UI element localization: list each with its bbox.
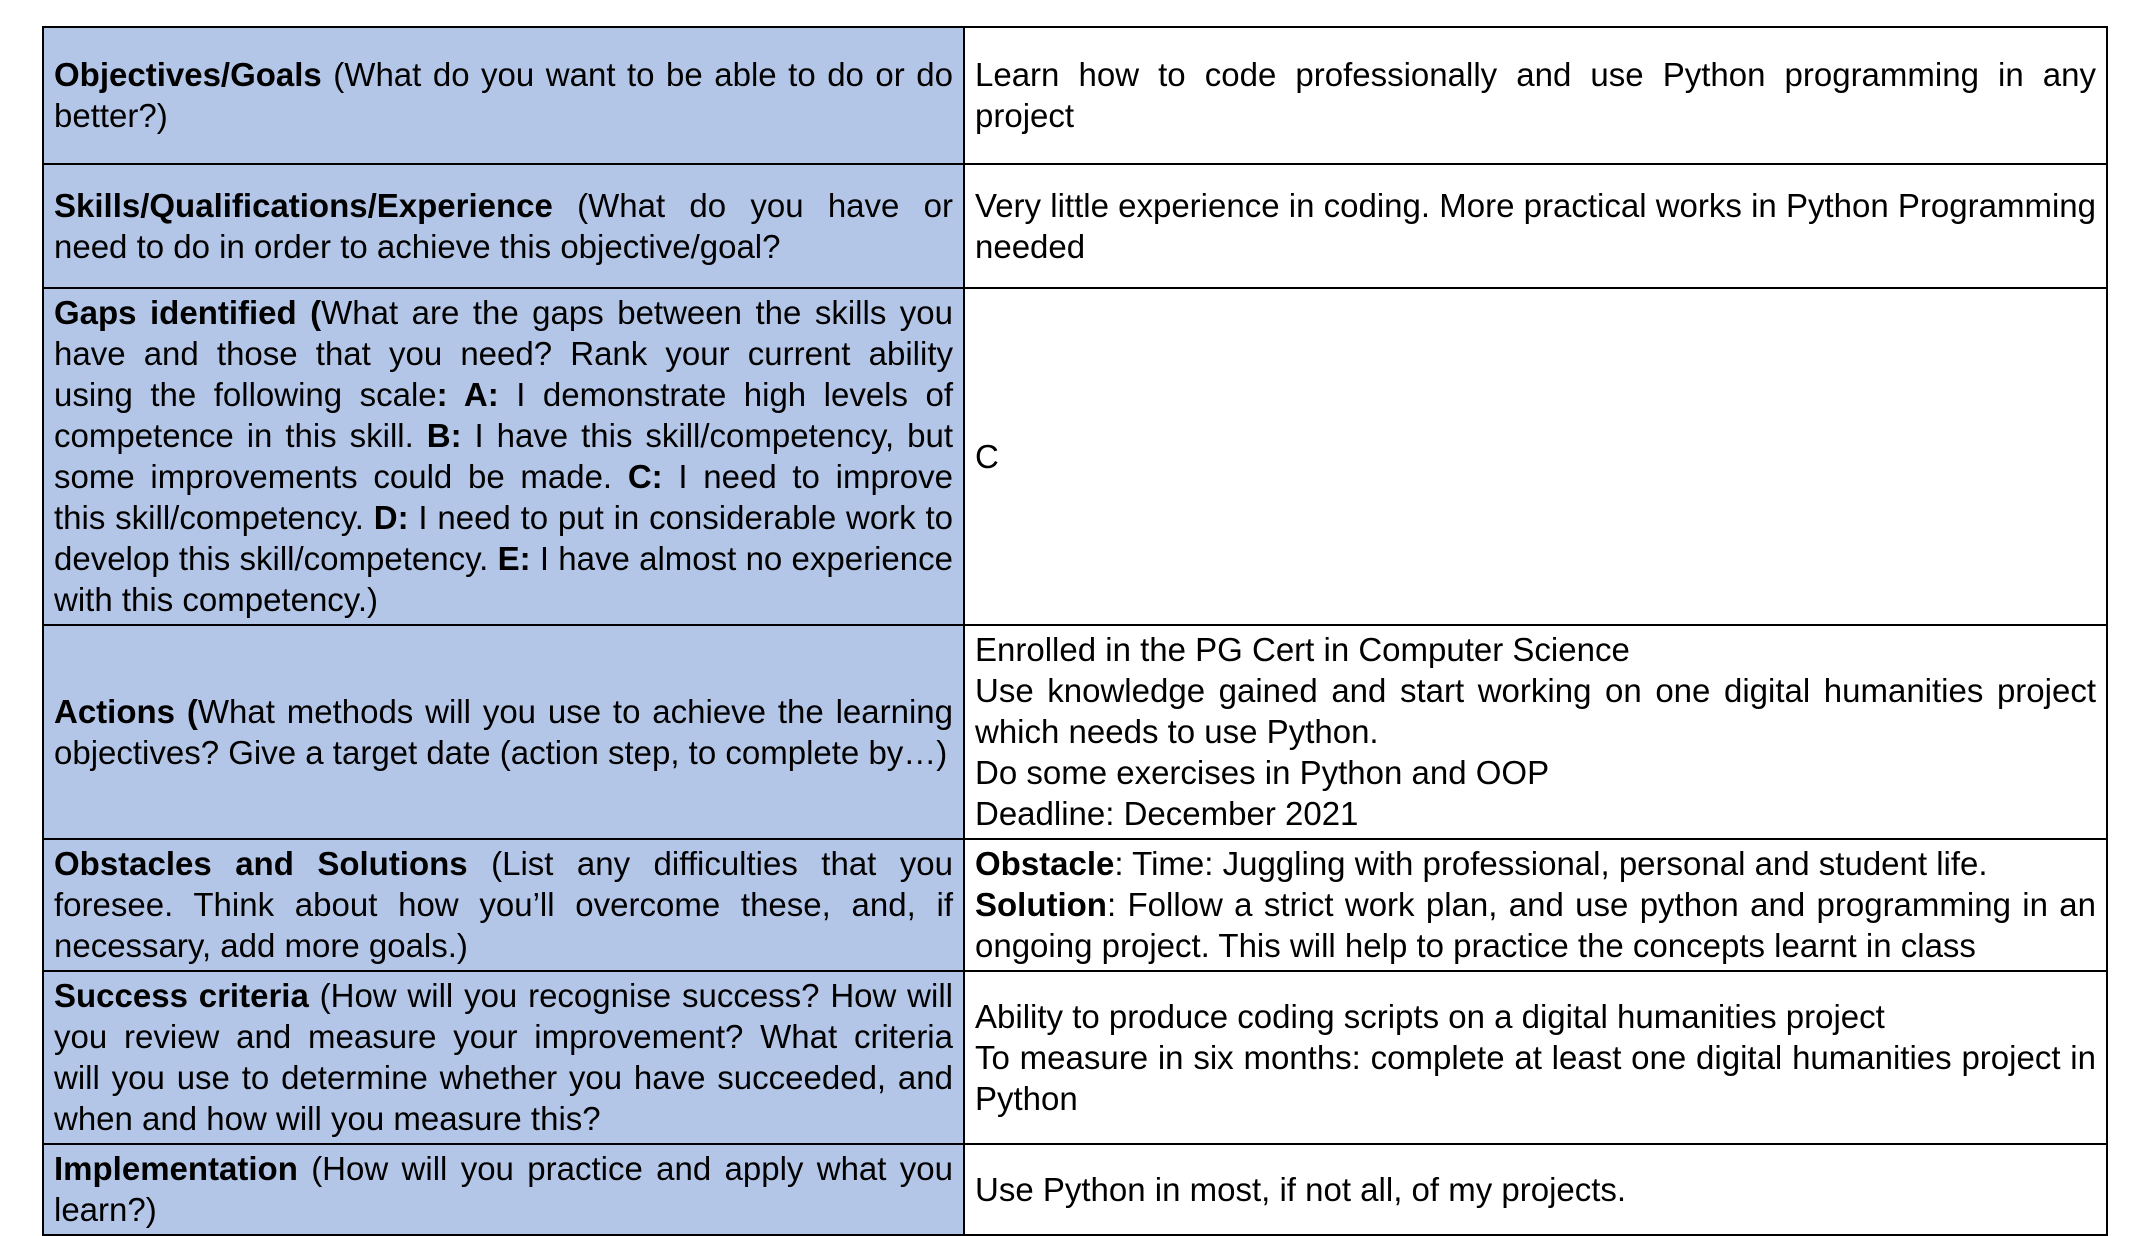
response-line: Enrolled in the PG Cert in Computer Scie… [975, 631, 1630, 668]
objectives-response-cell: Learn how to code professionally and use… [963, 26, 2108, 165]
table-row: Skills/Qualifications/Experience (What d… [42, 163, 2108, 289]
table-row: Actions (What methods will you use to ac… [42, 624, 2108, 840]
development-plan-table: Objectives/Goals (What do you want to be… [42, 26, 2108, 1236]
gaps-label-cell: Gaps identified (What are the gaps betwe… [42, 287, 965, 626]
skills-response-cell: Very little experience in coding. More p… [963, 163, 2108, 289]
row-response: Learn how to code professionally and use… [975, 56, 2096, 134]
response-line: Deadline: December 2021 [975, 795, 1359, 832]
solution-text: : Follow a strict work plan, and use pyt… [975, 886, 2096, 964]
success-criteria-label-cell: Success criteria (How will you recognise… [42, 970, 965, 1145]
actions-response-cell: Enrolled in the PG Cert in Computer Scie… [963, 624, 2108, 840]
obstacle-line: Obstacle: Time: Juggling with profession… [975, 843, 2096, 884]
row-heading: Obstacles and Solutions [54, 845, 468, 882]
scale-a-label: : A: [436, 376, 499, 413]
table-row: Implementation (How will you practice an… [42, 1143, 2108, 1236]
solution-line: Solution: Follow a strict work plan, and… [975, 884, 2096, 966]
response-line: Ability to produce coding scripts on a d… [975, 997, 1885, 1035]
scale-c-label: C: [627, 458, 663, 495]
row-response: Very little experience in coding. More p… [975, 186, 2096, 265]
scale-e-label: E: [497, 540, 531, 577]
gaps-response-cell: C [963, 287, 2108, 626]
scale-b-label: B: [426, 417, 462, 454]
objectives-label-cell: Objectives/Goals (What do you want to be… [42, 26, 965, 165]
table-row: Gaps identified (What are the gaps betwe… [42, 287, 2108, 626]
row-heading: Success criteria [54, 977, 309, 1014]
obstacles-response-cell: Obstacle: Time: Juggling with profession… [963, 838, 2108, 972]
table-row: Objectives/Goals (What do you want to be… [42, 26, 2108, 165]
row-heading: Gaps identified ( [54, 294, 322, 331]
table-row: Success criteria (How will you recognise… [42, 970, 2108, 1145]
success-criteria-response-cell: Ability to produce coding scripts on a d… [963, 970, 2108, 1145]
response-line: Do some exercises in Python and OOP [975, 754, 1550, 791]
obstacle-text: : Time: Juggling with professional, pers… [1114, 845, 1988, 882]
skills-label-cell: Skills/Qualifications/Experience (What d… [42, 163, 965, 289]
row-response: C [975, 437, 999, 475]
implementation-label-cell: Implementation (How will you practice an… [42, 1143, 965, 1236]
row-response: Use Python in most, if not all, of my pr… [975, 1170, 1627, 1208]
solution-label: Solution [975, 886, 1107, 923]
row-heading: Actions ( [54, 692, 198, 730]
implementation-response-cell: Use Python in most, if not all, of my pr… [963, 1143, 2108, 1236]
obstacle-label: Obstacle [975, 845, 1115, 882]
actions-label-cell: Actions (What methods will you use to ac… [42, 624, 965, 840]
row-heading: Objectives/Goals [54, 56, 322, 93]
table-row: Obstacles and Solutions (List any diffic… [42, 838, 2108, 972]
row-heading: Implementation [54, 1150, 298, 1187]
obstacles-label-cell: Obstacles and Solutions (List any diffic… [42, 838, 965, 972]
response-line: To measure in six months: complete at le… [975, 1038, 2096, 1117]
row-heading: Skills/Qualifications/Experience [54, 186, 553, 224]
response-line: Use knowledge gained and start working o… [975, 672, 2096, 750]
scale-d-label: D: [373, 499, 409, 536]
